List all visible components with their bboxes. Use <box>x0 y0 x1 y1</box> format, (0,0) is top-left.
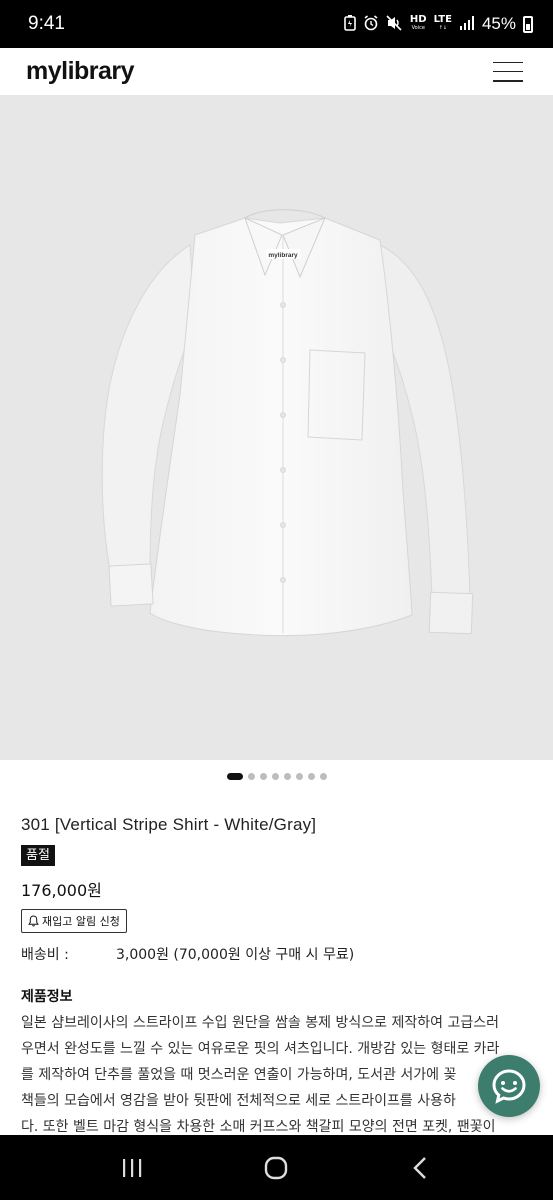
status-icons: HD Voice LTE ↑↓ 45% <box>344 14 533 34</box>
gallery-dot[interactable] <box>295 773 303 780</box>
restock-alert-button[interactable]: 재입고 알림 신청 <box>21 909 127 933</box>
mute-icon <box>386 14 403 34</box>
product-price: 176,000원 <box>21 881 102 900</box>
shipping-value: 3,000원 (70,000원 이상 구매 시 무료) <box>116 947 355 963</box>
status-time: 9:41 <box>28 13 65 34</box>
site-header: mylibrary <box>0 48 553 95</box>
battery-percentage: 45% <box>481 14 516 33</box>
bell-icon <box>28 915 39 927</box>
product-title: 301 [Vertical Stripe Shirt - White/Gray] <box>21 815 317 834</box>
shipping-label: 배송비 : <box>21 947 69 963</box>
gallery-dot[interactable] <box>259 773 267 780</box>
chat-bubble-icon <box>492 1069 526 1104</box>
product-info-title: 제품정보 <box>21 989 73 1005</box>
chat-button[interactable] <box>478 1055 540 1117</box>
system-nav-bar <box>0 1135 553 1200</box>
signal-icon <box>459 15 475 34</box>
battery-saver-icon <box>344 14 356 34</box>
gallery-dot[interactable] <box>271 773 279 780</box>
back-icon[interactable] <box>401 1148 441 1188</box>
gallery-dot[interactable] <box>307 773 315 780</box>
description-line: 책들의 모습에서 영감을 받아 뒷판에 전체적으로 세로 스트라이프를 사용하 <box>21 1093 456 1109</box>
battery-icon <box>523 15 533 33</box>
status-bar: 9:41 HD Voice LTE ↑↓ 45% <box>0 0 553 48</box>
product-image[interactable]: mylibrary <box>0 95 553 760</box>
description-line: 를 제작하여 단추를 풀었을 때 멋스러운 연출이 가능하며, 도서관 서가에 … <box>21 1067 457 1083</box>
gallery-pagination <box>0 773 553 780</box>
hd-voice-icon: HD Voice <box>409 14 427 32</box>
description-line: 우면서 완성도를 느낄 수 있는 여유로운 핏의 셔츠입니다. 개방감 있는 형… <box>21 1041 500 1057</box>
lte-icon: LTE ↑↓ <box>433 14 452 32</box>
shirt-illustration: mylibrary <box>101 209 474 637</box>
alarm-icon <box>363 14 379 34</box>
soldout-badge: 품절 <box>21 845 55 866</box>
home-icon[interactable] <box>256 1148 296 1188</box>
restock-alert-label: 재입고 알림 신청 <box>42 915 120 928</box>
gallery-dot[interactable] <box>226 773 243 780</box>
shirt-label: mylibrary <box>268 252 298 259</box>
recent-apps-icon[interactable] <box>112 1148 152 1188</box>
description-line: 일본 샴브레이사의 스트라이프 수입 원단을 쌈솔 봉제 방식으로 제작하여 고… <box>21 1015 499 1031</box>
shipping-row: 배송비 : 3,000원 (70,000원 이상 구매 시 무료) <box>21 944 536 964</box>
brand-logo[interactable]: mylibrary <box>26 57 135 86</box>
product-info: 301 [Vertical Stripe Shirt - White/Gray]… <box>21 815 536 1140</box>
hamburger-menu-icon[interactable] <box>493 61 523 82</box>
gallery-dot[interactable] <box>319 773 327 780</box>
gallery-dot[interactable] <box>247 773 255 780</box>
gallery-dot[interactable] <box>283 773 291 780</box>
product-description: 일본 샴브레이사의 스트라이프 수입 원단을 쌈솔 봉제 방식으로 제작하여 고… <box>21 1010 531 1140</box>
